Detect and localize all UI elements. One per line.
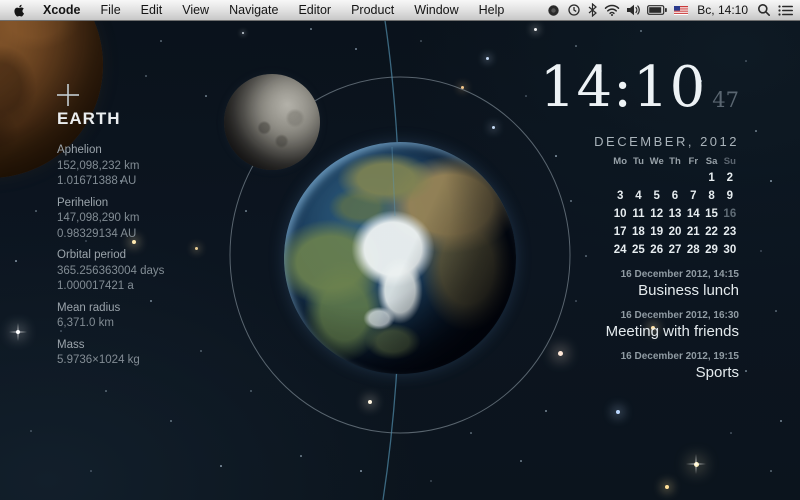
menu-bar: Xcode FileEditViewNavigateEditorProductW… <box>0 0 800 21</box>
time-machine-icon[interactable] <box>567 3 581 17</box>
spotlight-icon[interactable] <box>757 3 771 17</box>
apple-logo-icon <box>13 3 25 17</box>
menu-item-help[interactable]: Help <box>469 0 515 20</box>
status-area: Вс, 14:10 <box>547 3 800 17</box>
input-language-flag-icon[interactable] <box>674 6 688 15</box>
menu-item-app[interactable]: Xcode <box>33 0 91 20</box>
wifi-icon[interactable] <box>604 4 620 16</box>
menu-item-editor[interactable]: Editor <box>288 0 341 20</box>
menu-items: Xcode FileEditViewNavigateEditorProductW… <box>33 0 514 20</box>
volume-icon[interactable] <box>627 4 640 16</box>
orbit-line-overlay <box>0 0 800 500</box>
menu-item-navigate[interactable]: Navigate <box>219 0 288 20</box>
menubar-clock[interactable]: Вс, 14:10 <box>695 3 750 17</box>
battery-icon[interactable] <box>647 5 667 15</box>
notification-center-icon[interactable] <box>778 5 793 16</box>
status-extra-icon[interactable] <box>547 4 560 17</box>
bluetooth-icon[interactable] <box>588 3 597 17</box>
menu-item-view[interactable]: View <box>172 0 219 20</box>
menu-item-product[interactable]: Product <box>341 0 404 20</box>
menu-item-window[interactable]: Window <box>404 0 468 20</box>
desktop: EARTH Aphelion152,098,232 km1.01671388 A… <box>0 0 800 500</box>
apple-menu[interactable] <box>0 3 33 17</box>
menu-item-file[interactable]: File <box>91 0 131 20</box>
menu-item-edit[interactable]: Edit <box>131 0 173 20</box>
